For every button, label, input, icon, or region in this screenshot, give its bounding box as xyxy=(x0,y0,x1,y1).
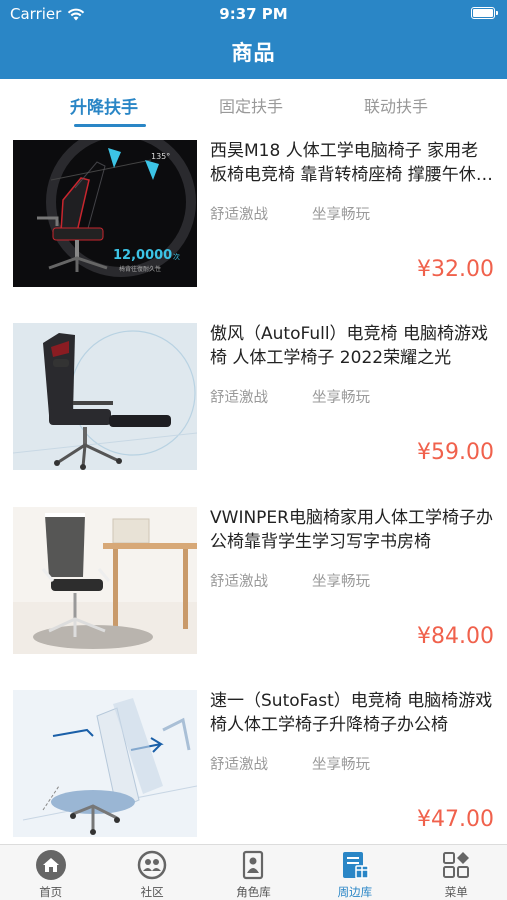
active-tab-indicator xyxy=(74,124,146,127)
product-image[interactable]: 135° 12,0000 次 椅背往復耐久性 xyxy=(13,140,197,287)
product-tag: 舒适激战 xyxy=(210,757,268,773)
menu-grid-icon xyxy=(443,852,470,878)
product-tag: 舒适激战 xyxy=(210,390,268,406)
tabbar-item-character[interactable]: 角色库 xyxy=(203,845,304,900)
tabbar-item-home[interactable]: 首页 xyxy=(0,845,101,900)
product-price: ¥47.00 xyxy=(417,807,494,832)
merchandise-icon xyxy=(342,852,369,879)
tabbar-label: 菜单 xyxy=(444,885,468,899)
product-price: ¥84.00 xyxy=(417,624,494,649)
bottom-tab-bar: 首页 社区 角色库 周边库 菜单 xyxy=(0,844,507,900)
home-icon xyxy=(35,850,66,880)
tabbar-item-merchandise[interactable]: 周边库 xyxy=(304,845,405,900)
product-title[interactable]: 速一（SutoFast）电竞椅 电脑椅游戏椅人体工学椅子升降椅子办公椅 xyxy=(210,689,495,737)
product-tag: 舒适激战 xyxy=(210,574,268,590)
image-durability-unit: 次 xyxy=(173,252,180,261)
product-title[interactable]: VWINPER电脑椅家用人体工学椅子办公椅靠背学生学习写字书房椅 xyxy=(210,506,495,554)
tab-linked-armrest[interactable]: 联动扶手 xyxy=(364,93,428,117)
product-tag: 坐享畅玩 xyxy=(312,207,370,223)
tab-fixed-armrest[interactable]: 固定扶手 xyxy=(219,93,283,117)
category-tabs: 升降扶手 固定扶手 联动扶手 xyxy=(0,79,507,129)
tabbar-item-community[interactable]: 社区 xyxy=(101,845,202,900)
product-tag: 坐享畅玩 xyxy=(312,390,370,406)
tab-lifting-armrest[interactable]: 升降扶手 xyxy=(70,93,138,118)
image-durability-number: 12,0000 xyxy=(113,248,172,263)
product-item[interactable]: 速一（SutoFast）电竞椅 电脑椅游戏椅人体工学椅子升降椅子办公椅 舒适激战… xyxy=(0,679,507,844)
product-item[interactable]: 135° 12,0000 次 椅背往復耐久性 西昊M18 人体工学电脑椅子 家用… xyxy=(0,129,507,312)
angle-label: 135° xyxy=(151,152,170,161)
product-price: ¥32.00 xyxy=(417,257,494,282)
character-icon xyxy=(243,850,264,880)
product-price: ¥59.00 xyxy=(417,440,494,465)
status-time: 9:37 PM xyxy=(219,5,288,23)
tabbar-label: 首页 xyxy=(39,885,63,899)
community-icon xyxy=(137,850,167,880)
product-image[interactable] xyxy=(13,323,197,470)
tabbar-label: 周边库 xyxy=(337,885,373,899)
image-durability-caption: 椅背往復耐久性 xyxy=(119,265,161,273)
battery-icon xyxy=(471,7,498,19)
nav-header: Carrier 9:37 PM 商品 xyxy=(0,0,507,79)
product-image[interactable] xyxy=(13,690,197,837)
product-item[interactable]: VWINPER电脑椅家用人体工学椅子办公椅靠背学生学习写字书房椅 舒适激战 坐享… xyxy=(0,496,507,679)
tabbar-label: 社区 xyxy=(140,885,164,899)
tabbar-label: 角色库 xyxy=(236,885,271,899)
product-tag: 舒适激战 xyxy=(210,207,268,223)
product-title[interactable]: 西昊M18 人体工学电脑椅子 家用老板椅电竞椅 靠背转椅座椅 撑腰午休躺椅 会议… xyxy=(210,139,495,187)
tabbar-item-menu[interactable]: 菜单 xyxy=(406,845,507,900)
product-tag: 坐享畅玩 xyxy=(312,757,370,773)
product-image[interactable] xyxy=(13,507,197,654)
page-title: 商品 xyxy=(231,41,276,65)
product-tag: 坐享畅玩 xyxy=(312,574,370,590)
product-list[interactable]: 135° 12,0000 次 椅背往復耐久性 西昊M18 人体工学电脑椅子 家用… xyxy=(0,129,507,844)
status-bar: Carrier 9:37 PM xyxy=(0,0,507,28)
product-title[interactable]: 傲风（AutoFull）电竞椅 电脑椅游戏椅 人体工学椅子 2022荣耀之光 xyxy=(210,322,495,370)
product-item[interactable]: 傲风（AutoFull）电竞椅 电脑椅游戏椅 人体工学椅子 2022荣耀之光 舒… xyxy=(0,312,507,495)
